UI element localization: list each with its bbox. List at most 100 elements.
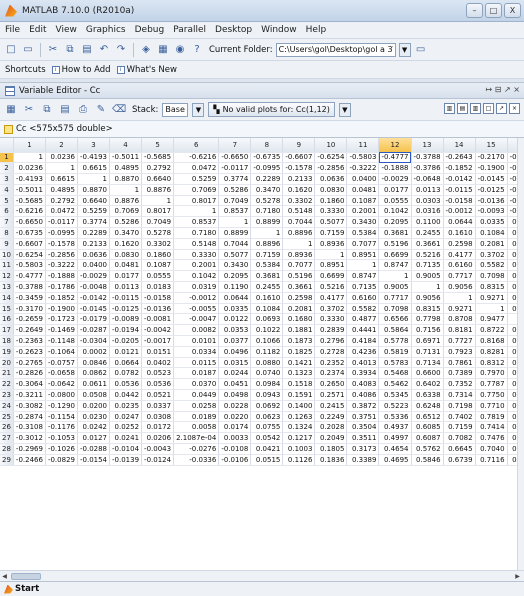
table-cell[interactable]: 0.3774 — [77, 216, 111, 229]
table-cell[interactable]: -0.1852 — [45, 292, 78, 304]
column-header[interactable]: 13 — [411, 138, 444, 153]
table-cell[interactable]: 0.8899 — [250, 216, 284, 229]
table-cell[interactable]: 0.7970 — [475, 367, 508, 380]
table-cell[interactable]: 0.5077 — [314, 216, 348, 229]
table-cell[interactable]: 1 — [507, 313, 517, 326]
table-cell[interactable]: 0.7159 — [443, 421, 476, 434]
table-cell[interactable]: -0.0093 — [475, 205, 508, 218]
table-cell[interactable]: -0.3786 — [411, 162, 444, 175]
table-cell[interactable]: 0.7082 — [443, 432, 476, 445]
table-cell[interactable]: 0.1042 — [173, 270, 220, 283]
table-cell[interactable]: 0.0472 — [45, 205, 78, 218]
table-cell[interactable]: 0.7389 — [443, 367, 476, 380]
table-cell[interactable]: 1 — [218, 216, 252, 229]
column-header[interactable]: 12 — [378, 138, 412, 153]
print-icon[interactable]: ⎙ — [76, 103, 90, 117]
table-cell[interactable]: 0.7727 — [443, 335, 476, 347]
table-cell[interactable]: 0.8488 — [507, 357, 517, 369]
table-cell[interactable]: 0.0862 — [77, 367, 111, 380]
table-cell[interactable]: 0.5148 — [173, 238, 220, 250]
table-cell[interactable]: 0.6087 — [411, 432, 444, 445]
table-cell[interactable]: 0.8936 — [282, 249, 316, 261]
table-cell[interactable]: -0.1469 — [45, 324, 78, 337]
table-cell[interactable]: 0.5286 — [218, 184, 252, 196]
table-cell[interactable]: 0.2049 — [314, 432, 348, 445]
table-cell[interactable]: 0.0880 — [250, 357, 284, 369]
table-cell[interactable]: 0.0623 — [250, 411, 284, 423]
table-cell[interactable]: -0.6254 — [314, 152, 348, 164]
table-cell[interactable]: -0.0125 — [475, 184, 508, 196]
table-cell[interactable]: 0.0335 — [218, 303, 252, 315]
table-cell[interactable]: 0.5864 — [378, 324, 412, 337]
table-cell[interactable]: -0.0081 — [141, 313, 175, 326]
scroll-right-icon[interactable]: ▶ — [513, 572, 522, 581]
table-cell[interactable]: 0.7049 — [218, 195, 252, 207]
column-header[interactable]: 2 — [45, 138, 78, 153]
table-cell[interactable]: -0.2856 — [45, 249, 78, 261]
row-header[interactable]: 5 — [0, 195, 14, 207]
row-header[interactable]: 8 — [0, 227, 14, 239]
column-header[interactable]: 15 — [475, 138, 508, 153]
table-cell[interactable]: 0.9271 — [443, 303, 476, 315]
table-cell[interactable]: 0.2374 — [314, 367, 348, 380]
vertical-scrollbar[interactable] — [517, 138, 524, 570]
table-cell[interactable]: 0.7432 — [507, 421, 517, 434]
table-cell[interactable]: 0.4877 — [346, 313, 380, 326]
table-cell[interactable]: 0.1084 — [250, 303, 284, 315]
table-cell[interactable]: 0.1084 — [475, 227, 508, 239]
table-cell[interactable]: 0.7798 — [507, 281, 517, 293]
table-cell[interactable]: 0.8936 — [314, 238, 348, 250]
table-cell[interactable]: 0.7040 — [475, 443, 508, 455]
table-cell[interactable]: 0.0319 — [173, 281, 220, 293]
cut-icon[interactable]: ✂ — [22, 103, 36, 117]
table-cell[interactable]: 0.5345 — [378, 389, 412, 401]
column-header[interactable]: 11 — [346, 138, 380, 153]
table-cell[interactable]: 0.3430 — [346, 216, 380, 229]
table-cell[interactable]: -0.0336 — [173, 454, 220, 466]
table-cell[interactable]: 0.7159 — [250, 249, 284, 261]
table-cell[interactable]: -0.0648 — [411, 173, 444, 185]
table-cell[interactable]: 0.1518 — [282, 378, 316, 391]
table-cell[interactable]: 0.1620 — [109, 238, 143, 250]
table-cell[interactable]: -0.2466 — [13, 454, 46, 466]
table-cell[interactable]: 0.3511 — [346, 432, 380, 445]
table-cell[interactable]: -0.2659 — [13, 313, 46, 326]
menu-parallel[interactable]: Parallel — [173, 25, 206, 35]
table-cell[interactable]: 0.6615 — [77, 162, 111, 175]
table-cell[interactable]: 0.5259 — [77, 205, 111, 218]
undo-icon[interactable]: ↶ — [97, 43, 111, 57]
table-cell[interactable]: -0.0145 — [77, 303, 111, 315]
table-cell[interactable]: 2.1087e-04 — [173, 432, 220, 445]
table-cell[interactable]: 0.0644 — [443, 216, 476, 229]
table-cell[interactable]: 0.1805 — [314, 443, 348, 455]
table-cell[interactable]: 0.7787 — [475, 378, 508, 391]
table-cell[interactable]: 0.1873 — [282, 335, 316, 347]
table-cell[interactable]: 0.2133 — [77, 238, 111, 250]
table-cell[interactable]: -0.0029 — [378, 173, 412, 185]
table-cell[interactable]: 0.3681 — [378, 227, 412, 239]
data-table[interactable]: 123456789101112131415161718 110.0236-0.4… — [0, 138, 517, 466]
table-cell[interactable]: -0.6216 — [13, 205, 46, 218]
menu-view[interactable]: View — [56, 25, 77, 35]
table-cell[interactable]: -0.0142 — [443, 173, 476, 185]
row-header[interactable]: 22 — [0, 378, 14, 391]
table-cell[interactable]: -0.0012 — [443, 205, 476, 218]
table-cell[interactable]: -0.0042 — [141, 324, 175, 337]
table-cell[interactable]: 0.6645 — [443, 443, 476, 455]
table-cell[interactable]: -0.0158 — [443, 195, 476, 207]
new-file-icon[interactable]: □ — [4, 43, 18, 57]
table-cell[interactable]: 0.8315 — [411, 303, 444, 315]
table-cell[interactable]: 0.0521 — [141, 389, 175, 401]
table-cell[interactable]: 0.4086 — [346, 389, 380, 401]
row-header[interactable]: 6 — [0, 205, 14, 218]
row-header[interactable]: 12 — [0, 270, 14, 283]
table-cell[interactable]: 0.7717 — [443, 270, 476, 283]
table-cell[interactable]: 0.6512 — [411, 411, 444, 423]
table-cell[interactable]: 0.8639 — [507, 335, 517, 347]
minimize-button[interactable]: – — [466, 3, 483, 18]
table-cell[interactable]: 0.9477 — [507, 303, 517, 315]
table-cell[interactable]: -0.1148 — [45, 335, 78, 347]
table-cell[interactable]: -0.2649 — [13, 324, 46, 337]
table-cell[interactable]: 0.4877 — [507, 259, 517, 272]
table-cell[interactable]: 0.0151 — [141, 346, 175, 358]
